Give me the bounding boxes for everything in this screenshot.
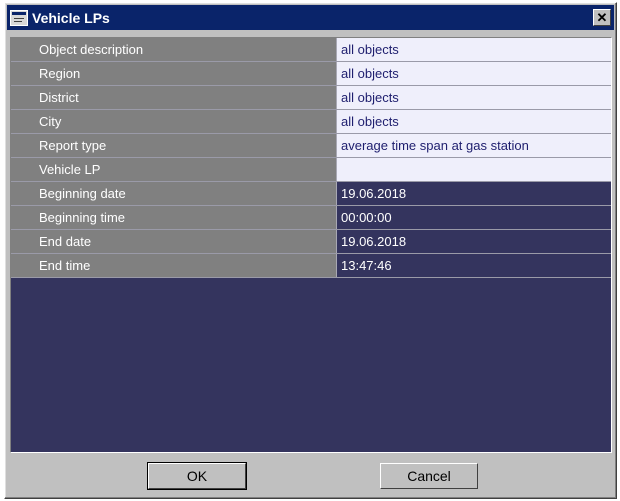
property-label: Region xyxy=(11,61,337,86)
property-label: District xyxy=(11,85,337,110)
close-icon: ✕ xyxy=(596,10,608,25)
property-row[interactable]: District all objects xyxy=(11,85,611,110)
title-bar[interactable]: Vehicle LPs ✕ xyxy=(7,5,614,30)
property-value[interactable] xyxy=(336,157,611,182)
window-title: Vehicle LPs xyxy=(32,9,110,26)
property-value[interactable]: all objects xyxy=(336,85,611,110)
property-label: Vehicle LP xyxy=(11,157,337,182)
property-value[interactable]: all objects xyxy=(336,38,611,62)
property-value[interactable]: 00:00:00 xyxy=(336,205,611,230)
property-row[interactable]: Beginning time 00:00:00 xyxy=(11,205,611,230)
property-value[interactable]: average time span at gas station xyxy=(336,133,611,158)
property-label: End time xyxy=(11,253,337,278)
property-row[interactable]: End time 13:47:46 xyxy=(11,253,611,278)
property-value[interactable]: all objects xyxy=(336,109,611,134)
dialog-window: Vehicle LPs ✕ Object description all obje… xyxy=(4,2,617,499)
property-row[interactable]: End date 19.06.2018 xyxy=(11,229,611,254)
property-row[interactable]: Report type average time span at gas stat… xyxy=(11,133,611,158)
property-row[interactable]: Vehicle LP xyxy=(11,157,611,182)
property-label: Beginning time xyxy=(11,205,337,230)
close-button[interactable]: ✕ xyxy=(593,9,611,26)
ok-button[interactable]: OK xyxy=(147,462,247,490)
property-label: Object description xyxy=(11,38,337,62)
property-grid: Object description all objects Region all o… xyxy=(10,37,612,453)
property-value[interactable]: 19.06.2018 xyxy=(336,229,611,254)
property-label: City xyxy=(11,109,337,134)
property-value[interactable]: 13:47:46 xyxy=(336,253,611,278)
property-row[interactable]: City all objects xyxy=(11,109,611,134)
property-value[interactable]: all objects xyxy=(336,61,611,86)
property-label: End date xyxy=(11,229,337,254)
property-row[interactable]: Object description all objects xyxy=(11,38,611,62)
property-row[interactable]: Region all objects xyxy=(11,61,611,86)
button-bar: OK Cancel xyxy=(10,455,612,497)
property-table: Object description all objects Region all o… xyxy=(11,38,611,278)
cancel-button[interactable]: Cancel xyxy=(380,463,478,489)
window-app-icon xyxy=(10,9,28,26)
property-label: Report type xyxy=(11,133,337,158)
property-label: Beginning date xyxy=(11,181,337,206)
property-row[interactable]: Beginning date 19.06.2018 xyxy=(11,181,611,206)
property-value[interactable]: 19.06.2018 xyxy=(336,181,611,206)
